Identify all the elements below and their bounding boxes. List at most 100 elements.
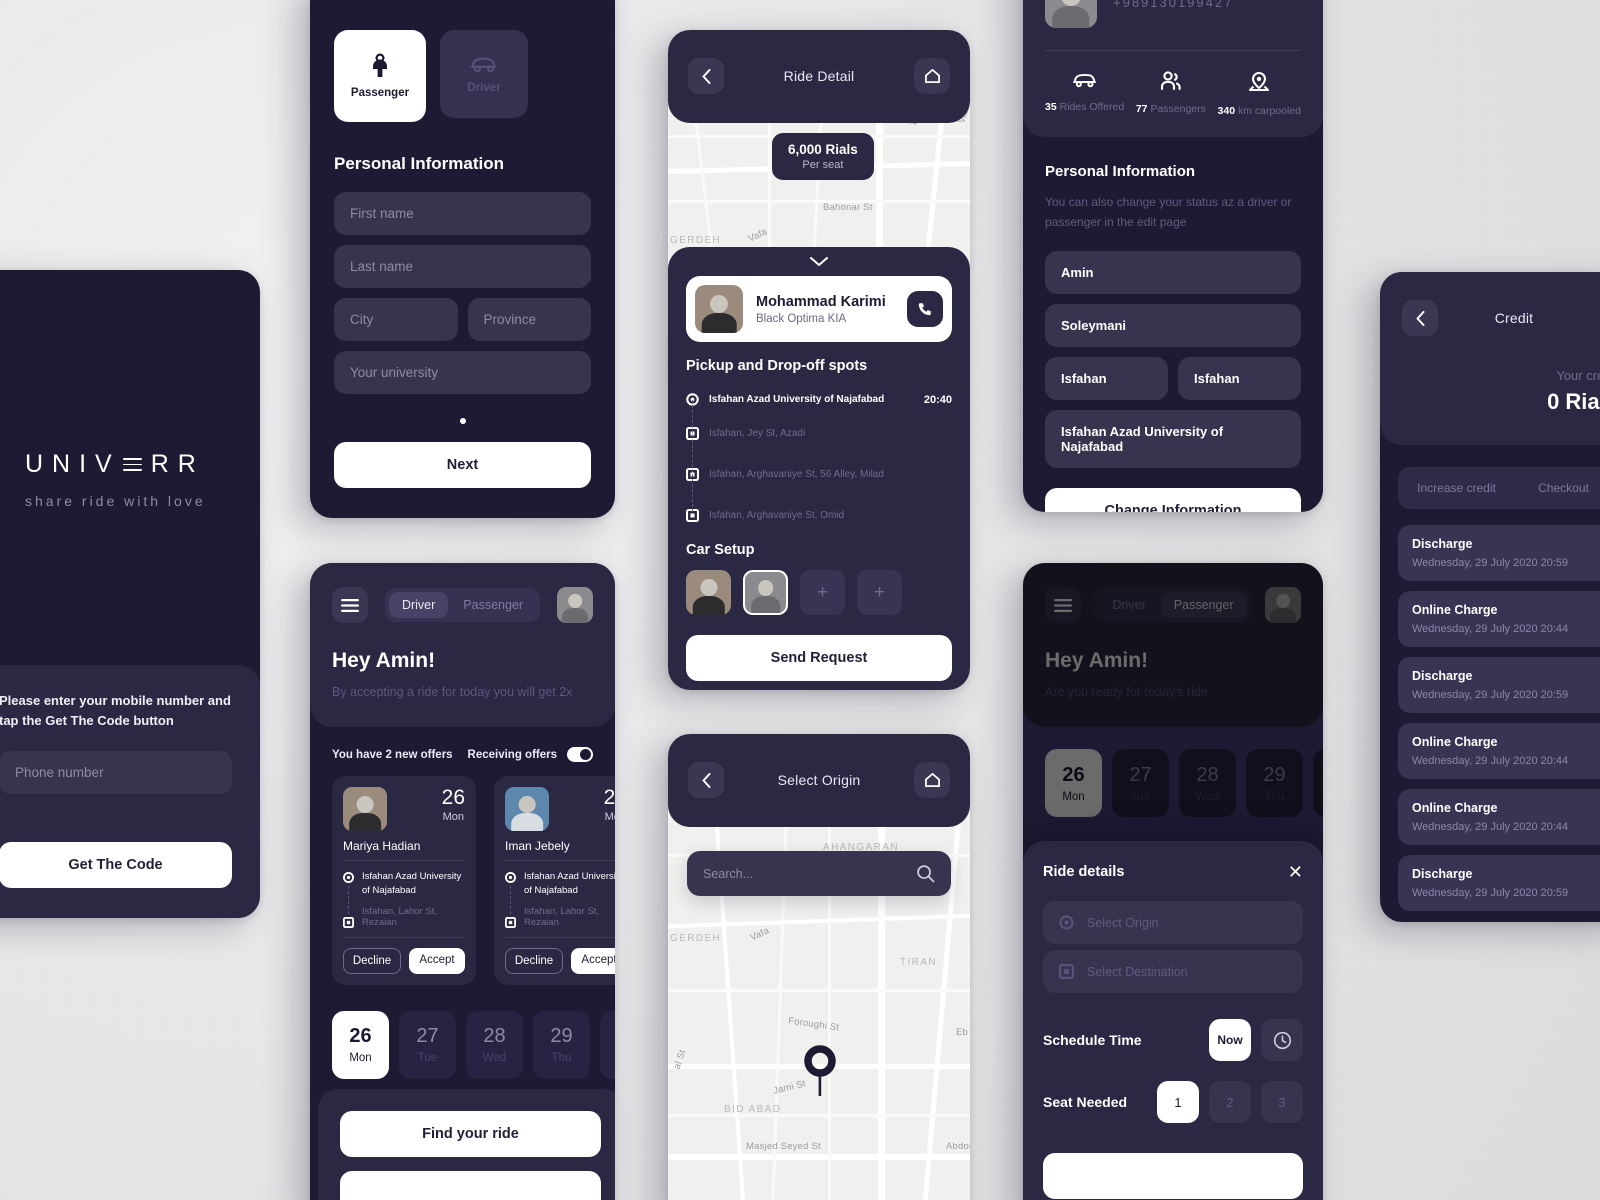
- search-input[interactable]: Search...: [703, 867, 916, 881]
- seat-add-button[interactable]: +: [800, 570, 845, 615]
- segment-passenger[interactable]: Passenger: [450, 592, 536, 618]
- accept-button[interactable]: Accept: [571, 947, 615, 974]
- seat-option-1[interactable]: 1: [1157, 1081, 1199, 1123]
- secondary-ride-button[interactable]: [340, 1171, 601, 1200]
- date-chip[interactable]: 30 Fri: [1313, 749, 1323, 817]
- credit-tabs[interactable]: Increase credit Checkout: [1398, 467, 1600, 509]
- decline-button[interactable]: Decline: [343, 947, 401, 974]
- role-driver-button[interactable]: Driver: [440, 30, 528, 118]
- first-name-field[interactable]: Amin: [1045, 250, 1301, 294]
- university-input[interactable]: Your university: [334, 351, 591, 394]
- decline-button[interactable]: Decline: [505, 947, 563, 974]
- profile-avatar[interactable]: [1045, 0, 1097, 28]
- driver-card[interactable]: Mohammad Karimi Black Optima KIA: [686, 276, 952, 342]
- date-number: 26: [349, 1025, 372, 1048]
- role-segmented-control[interactable]: Driver Passenger: [1095, 588, 1251, 622]
- segment-passenger[interactable]: Passenger: [1160, 592, 1247, 618]
- avatar[interactable]: [1264, 587, 1301, 623]
- select-destination-field[interactable]: Select Destination: [1043, 950, 1303, 993]
- date-strip[interactable]: 26 Mon 27 Tue 28 Wed 29 Thu 30 Fri: [332, 1010, 615, 1079]
- date-chip[interactable]: 30 Fri: [600, 1010, 615, 1079]
- change-information-button[interactable]: Change Information: [1045, 487, 1301, 512]
- stat-label: km carpooled: [1237, 105, 1301, 117]
- province-field[interactable]: Isfahan: [1178, 356, 1301, 400]
- date-weekday: Tue: [1130, 790, 1151, 803]
- date-chip[interactable]: 28 Wed: [466, 1010, 523, 1079]
- back-button[interactable]: [688, 58, 724, 94]
- schedule-now-button[interactable]: Now: [1209, 1019, 1251, 1061]
- login-instruction: Please enter your mobile number and tap …: [0, 692, 231, 728]
- select-origin-field[interactable]: Select Origin: [1043, 901, 1303, 944]
- search-bar[interactable]: Search...: [687, 851, 951, 896]
- tab-increase-credit[interactable]: Increase credit: [1403, 472, 1510, 504]
- search-icon[interactable]: [916, 864, 935, 883]
- map-pin-icon: [804, 1045, 836, 1096]
- menu-button[interactable]: [332, 587, 368, 623]
- date-strip[interactable]: 26 Mon 27 Tue 28 Wed 29 Thu 30 Fri: [1023, 727, 1323, 817]
- schedule-clock-button[interactable]: [1261, 1019, 1303, 1061]
- spot-row[interactable]: Isfahan Azad University of Najafabad 20:…: [686, 386, 952, 413]
- home-button[interactable]: [914, 762, 950, 798]
- seat-occupied[interactable]: [743, 570, 788, 615]
- avatar[interactable]: [556, 587, 593, 623]
- get-code-button[interactable]: Get The Code: [0, 842, 232, 888]
- city-input[interactable]: City: [334, 298, 458, 341]
- next-button[interactable]: Next: [334, 442, 591, 488]
- spot-row[interactable]: Isfahan, Arghavaniye St, Omid: [686, 495, 952, 536]
- transaction-row[interactable]: Online Charge Wednesday, 29 July 2020 20…: [1398, 723, 1600, 779]
- date-chip-selected[interactable]: 26 Mon: [1045, 749, 1102, 817]
- role-driver-label: Driver: [467, 82, 501, 94]
- transaction-row[interactable]: Online Charge Wednesday, 29 July 2020 20…: [1398, 789, 1600, 845]
- spot-row[interactable]: Isfahan, Jey St, Azadi: [686, 413, 952, 454]
- seat-add-button[interactable]: +: [857, 570, 902, 615]
- seat-occupied[interactable]: [686, 570, 731, 615]
- segment-driver[interactable]: Driver: [388, 592, 449, 618]
- home-button[interactable]: [914, 58, 950, 94]
- price-bubble: 6,000 Rials Per seat: [772, 133, 874, 180]
- seat-option-3[interactable]: 3: [1261, 1081, 1303, 1123]
- transaction-row[interactable]: Discharge Wednesday, 29 July 2020 20:59: [1398, 525, 1600, 581]
- back-button[interactable]: [1402, 300, 1438, 336]
- call-button[interactable]: [907, 291, 943, 327]
- sheet-collapse-handle[interactable]: [686, 257, 952, 266]
- date-chip[interactable]: 29 Thu: [533, 1010, 590, 1079]
- find-ride-button[interactable]: Find your ride: [340, 1111, 601, 1157]
- first-name-input[interactable]: First name: [334, 192, 591, 235]
- role-segmented-control[interactable]: Driver Passenger: [384, 588, 541, 622]
- accept-button[interactable]: Accept: [409, 947, 465, 974]
- date-chip[interactable]: 29 Thu: [1246, 749, 1303, 817]
- date-chip-selected[interactable]: 26 Mon: [332, 1010, 389, 1079]
- profile-section-note: You can also change your status az a dri…: [1045, 195, 1292, 230]
- signup-screen: Passenger Driver Personal Information Fi…: [310, 0, 615, 518]
- spot-row[interactable]: Isfahan, Arghavaniye St, 56 Alley, Milad: [686, 454, 952, 495]
- city-field[interactable]: Isfahan: [1045, 356, 1168, 400]
- date-chip[interactable]: 27 Tue: [399, 1010, 456, 1079]
- phone-input[interactable]: Phone number: [0, 751, 232, 794]
- last-name-input[interactable]: Last name: [334, 245, 591, 288]
- seat-option-2[interactable]: 2: [1209, 1081, 1251, 1123]
- university-field[interactable]: Isfahan Azad University of Najafabad: [1045, 409, 1301, 468]
- last-name-field[interactable]: Soleymani: [1045, 303, 1301, 347]
- segment-driver[interactable]: Driver: [1099, 592, 1158, 618]
- close-icon[interactable]: ✕: [1288, 863, 1303, 881]
- stat-rides-offered: 35 Rides Offered: [1045, 71, 1124, 117]
- transaction-date: Wednesday, 29 July 2020 20:44: [1412, 623, 1569, 635]
- date-chip[interactable]: 27 Tue: [1112, 749, 1169, 817]
- sheet-primary-button[interactable]: [1043, 1153, 1303, 1199]
- menu-button[interactable]: [1045, 587, 1081, 623]
- tab-checkout[interactable]: Checkout: [1510, 472, 1600, 504]
- role-passenger-button[interactable]: Passenger: [334, 30, 426, 122]
- offer-card[interactable]: 26 Mon Iman Jebely: [494, 776, 615, 985]
- send-request-button[interactable]: Send Request: [686, 635, 952, 681]
- receiving-offers-toggle[interactable]: [567, 747, 593, 762]
- date-chip[interactable]: 28 Wed: [1179, 749, 1236, 817]
- transaction-row[interactable]: Online Charge Wednesday, 29 July 2020 20…: [1398, 591, 1600, 647]
- transaction-date: Wednesday, 29 July 2020 20:44: [1412, 821, 1569, 833]
- province-input[interactable]: Province: [467, 298, 591, 341]
- transaction-row[interactable]: Discharge Wednesday, 29 July 2020 20:59: [1398, 657, 1600, 713]
- transaction-row[interactable]: Discharge Wednesday, 29 July 2020 20:59: [1398, 855, 1600, 911]
- stat-label: Rides Offered: [1059, 101, 1125, 113]
- back-button[interactable]: [688, 762, 724, 798]
- header-title: Ride Detail: [783, 68, 855, 84]
- offer-card[interactable]: 26 Mon Mariya Hadian Isfahan Azad Univer…: [332, 776, 476, 985]
